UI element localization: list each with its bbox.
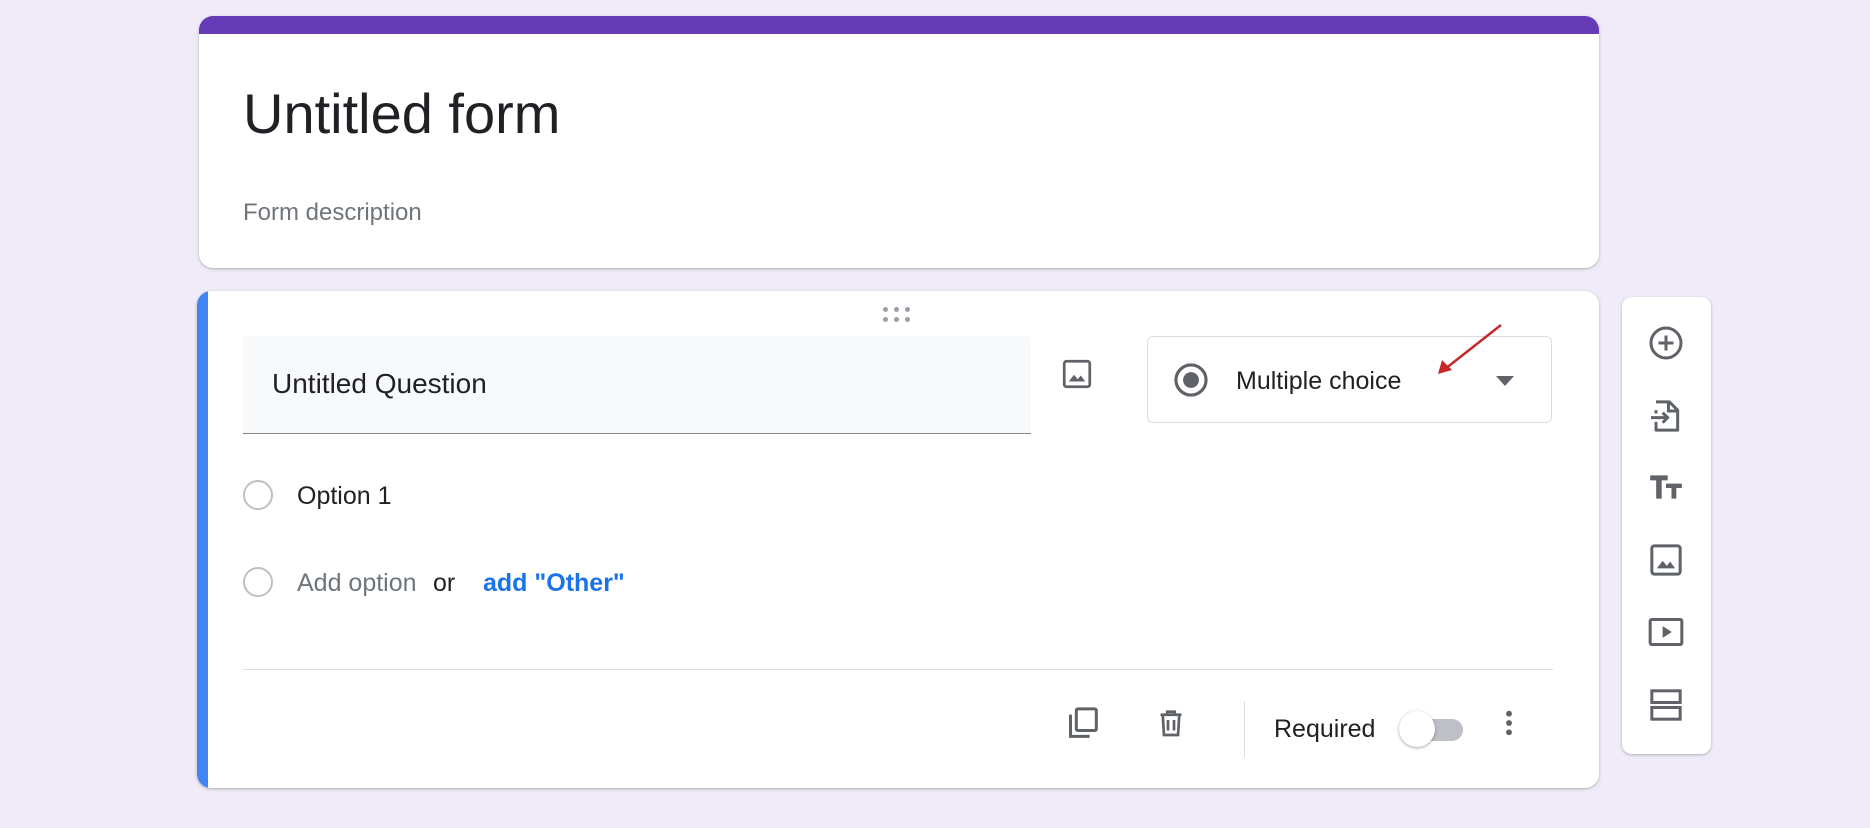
add-other-link[interactable]: add "Other" [483, 569, 625, 598]
or-text: or [433, 569, 456, 597]
question-title-input[interactable]: Untitled Question [243, 336, 1031, 434]
question-card[interactable]: Untitled Question Multiple choice Option… [197, 291, 1599, 788]
title-text-icon [1650, 475, 1682, 499]
image-icon [1062, 359, 1092, 389]
question-type-label: Multiple choice [1236, 367, 1402, 395]
radio-circle-icon [243, 480, 273, 510]
form-title[interactable]: Untitled form [243, 80, 560, 147]
import-questions-button[interactable] [1642, 392, 1690, 440]
question-type-dropdown[interactable]: Multiple choice [1147, 336, 1552, 423]
duplicate-button[interactable] [1059, 699, 1107, 747]
footer-vertical-divider [1244, 701, 1245, 757]
content-copy-icon [1069, 707, 1098, 738]
form-description-field[interactable]: Form description [243, 199, 422, 227]
image-icon [1650, 544, 1682, 576]
radio-button-checked-icon [1174, 363, 1208, 397]
add-image-button[interactable] [1053, 350, 1101, 398]
video-icon [1648, 618, 1684, 646]
add-question-button[interactable] [1642, 319, 1690, 367]
question-title-text: Untitled Question [272, 368, 487, 399]
theme-color-bar [199, 16, 1599, 34]
more-vert-icon [1506, 710, 1512, 736]
toggle-thumb [1399, 711, 1435, 747]
radio-circle-icon [243, 567, 273, 597]
add-section-button[interactable] [1642, 681, 1690, 729]
add-circle-icon [1649, 326, 1683, 360]
active-question-indicator [197, 291, 208, 788]
more-options-button[interactable] [1485, 699, 1533, 747]
footer-divider [243, 669, 1553, 670]
add-option-input[interactable]: Add option [297, 569, 417, 598]
add-image-toolbar-button[interactable] [1642, 536, 1690, 584]
add-video-button[interactable] [1642, 608, 1690, 656]
trash-icon [1160, 710, 1182, 737]
section-icon [1650, 689, 1682, 721]
add-title-description-button[interactable] [1642, 463, 1690, 511]
form-header-card: Untitled form Form description [199, 16, 1599, 268]
required-label: Required [1274, 715, 1376, 743]
import-file-icon [1651, 400, 1680, 432]
option-label[interactable]: Option 1 [297, 482, 392, 511]
required-toggle[interactable] [1399, 710, 1469, 750]
side-toolbar [1622, 297, 1711, 754]
arrow-drop-down-icon [1496, 376, 1514, 386]
delete-button[interactable] [1147, 699, 1195, 747]
drag-handle-icon[interactable] [883, 306, 913, 324]
